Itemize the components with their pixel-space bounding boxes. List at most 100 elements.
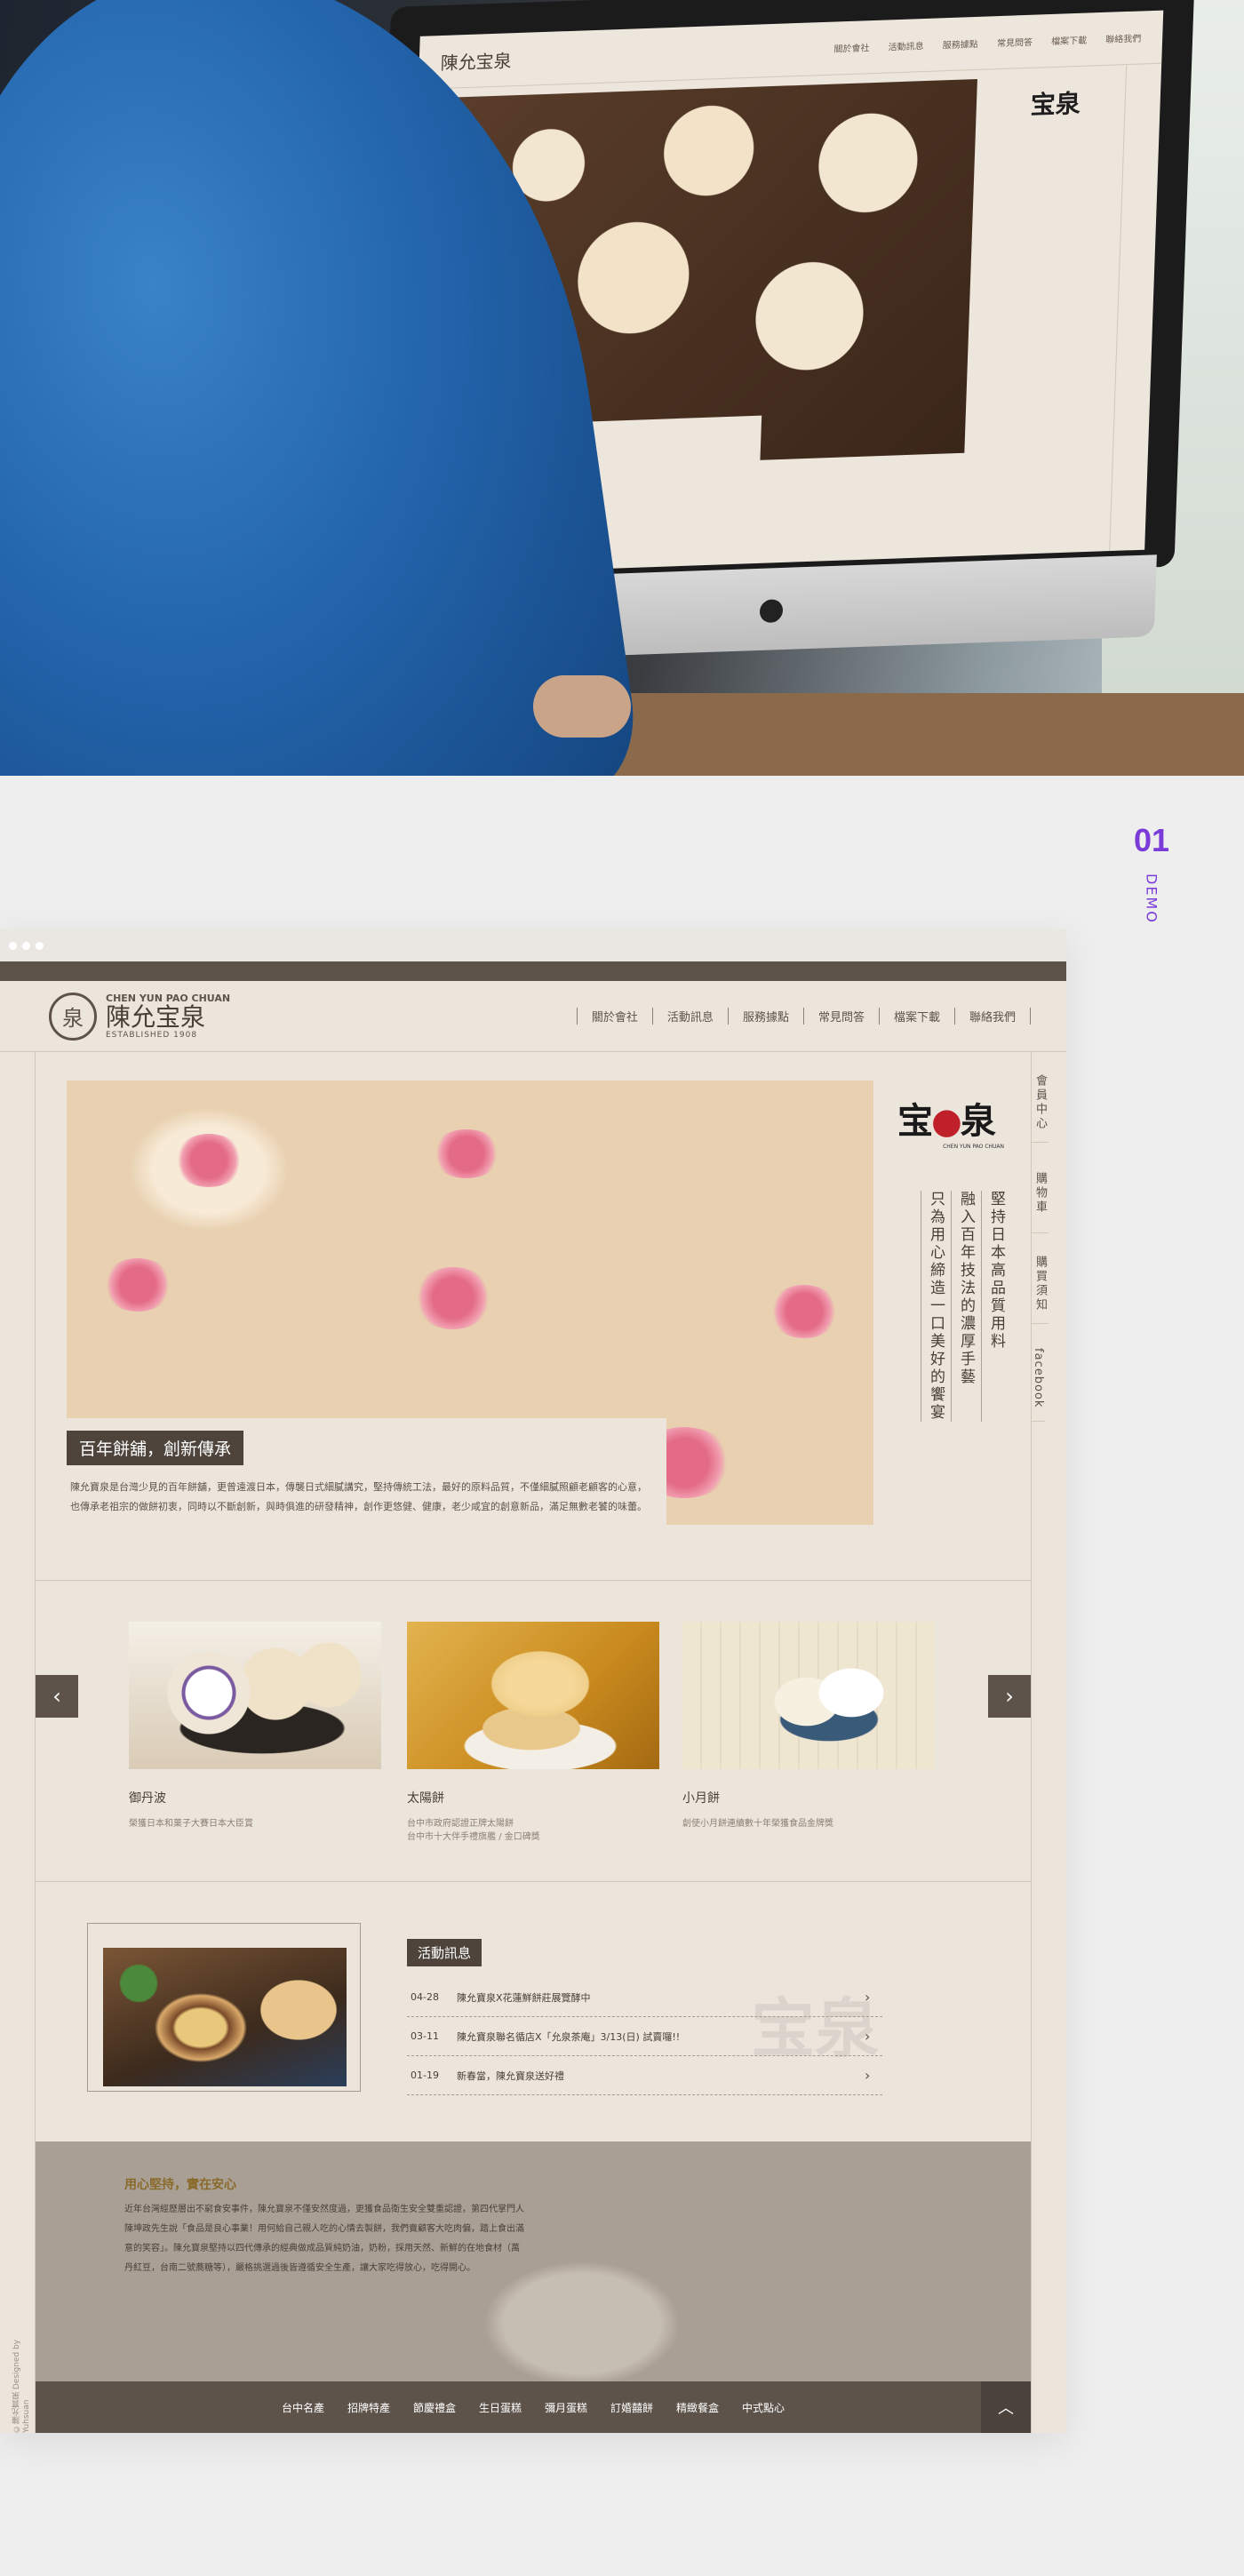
brand-char-red: ● <box>931 1100 962 1142</box>
apple-logo-icon: ● <box>757 590 785 627</box>
news-date: 03-11 <box>411 2030 439 2042</box>
footer-bar: 台中名產 招牌特產 節慶禮盒 生日蛋糕 彌月蛋糕 訂婚囍餅 精緻餐盒 中式點心 … <box>36 2381 1031 2433</box>
chevron-right-icon: › <box>865 2028 871 2045</box>
mini-nav-item: 檔案下載 <box>1050 36 1088 48</box>
craft-text: 近年台灣經歷層出不窮食安事件，陳允寶泉不僅安然度過，更獲食品衛生安全雙重認證，第… <box>124 2205 524 2273</box>
news-image <box>103 1948 347 2086</box>
side-tabs: 會員中心 購物車 購買須知 facebook <box>1031 1052 1066 2433</box>
footer-link[interactable]: 精緻餐盒 <box>676 2400 719 2415</box>
product-card[interactable]: 御丹波 榮獲日本和菓子大賽日本大臣賞 <box>129 1622 381 1830</box>
product-card[interactable]: 小月餅 創使小月餅連續數十年榮獲食品金牌獎 <box>682 1622 935 1830</box>
window-dot-icon[interactable] <box>9 941 17 950</box>
mini-brand-mark: 宝泉 <box>1030 88 1081 120</box>
mini-nav-item: 服務據點 <box>942 39 978 52</box>
hero-photo: 陳允宝泉 關於會社 活動訊息 服務據點 常見問答 檔案下載 聯絡我們 宝泉 百年… <box>0 0 1244 776</box>
nav-about[interactable]: 關於會社 <box>576 1008 652 1025</box>
product-card[interactable]: 太陽餅 台中市政府認證正牌太陽餅 台中市十大伴手禮旗艦 / 金口碑獎 <box>407 1622 659 1844</box>
product-name: 御丹波 <box>129 1791 166 1806</box>
top-strip <box>0 961 1066 981</box>
hero-section: 百年餅舖，創新傳承 陳允寶泉是台灣少見的百年餅舖，更曾遠渡日本，傳襲日式細膩講究… <box>67 1081 873 1551</box>
nav-contact[interactable]: 聯絡我們 <box>953 1008 1031 1025</box>
news-item[interactable]: 03-11 陳允寶泉聯名循店X「允泉茶庵」3/13(日) 試賣囉!! › <box>407 2017 882 2056</box>
carousel-prev-button[interactable]: ‹ <box>36 1675 78 1718</box>
site-logo[interactable]: 泉 CHEN YUN PAO CHUAN 陳允宝泉 ESTABLISHED 19… <box>49 992 230 1041</box>
pastry-stamp <box>173 1134 244 1187</box>
demo-label: 01 DEMO <box>1125 822 1178 928</box>
product-name: 小月餅 <box>682 1791 720 1806</box>
nav-locations[interactable]: 服務據點 <box>727 1008 803 1025</box>
news-item[interactable]: 04-28 陳允寶泉X花蓮鮮餅莊展覽酵中 › <box>407 1978 882 2017</box>
product-carousel: ‹ 御丹波 榮獲日本和菓子大賽日本大臣賞 太陽餅 台中市政府認證正牌太陽餅 台中… <box>36 1580 1031 1882</box>
browser-window: 泉 CHEN YUN PAO CHUAN 陳允宝泉 ESTABLISHED 19… <box>0 929 1066 2433</box>
news-list: 04-28 陳允寶泉X花蓮鮮餅莊展覽酵中 › 03-11 陳允寶泉聯名循店X「允… <box>407 1978 882 2095</box>
product-desc: 榮獲日本和菓子大賽日本大臣賞 <box>129 1819 253 1829</box>
hero-caption: 百年餅舖，創新傳承 陳允寶泉是台灣少見的百年餅舖，更曾遠渡日本，傳襲日式細膩講究… <box>67 1418 666 1551</box>
craft-section: 用心堅持，實在安心 近年台灣經歷層出不窮食安事件，陳允寶泉不僅安然度過，更獲食品… <box>36 2141 1031 2381</box>
window-dot-icon[interactable] <box>36 941 44 950</box>
news-title: 活動訊息 <box>407 1939 482 1966</box>
window-dot-icon[interactable] <box>22 941 30 950</box>
nav-downloads[interactable]: 檔案下載 <box>878 1008 954 1025</box>
hero-brand-column: 宝●泉 CHEN YUN PAO CHUAN 堅持日本高品質用料 融入百年技法的… <box>897 1092 1013 1422</box>
brand-mark: 宝●泉 <box>897 1092 1013 1144</box>
product-image <box>682 1622 935 1769</box>
pastry-stamp <box>413 1267 493 1329</box>
hero-vertical-text: 堅持日本高品質用料 融入百年技法的濃厚手藝 只為用心締造一口美好的饗宴 <box>897 1191 1013 1422</box>
side-tab-purchase-info[interactable]: 購買須知 <box>1032 1233 1049 1324</box>
side-tab-cart[interactable]: 購物車 <box>1032 1143 1049 1233</box>
news-date: 01-19 <box>411 2070 439 2081</box>
news-text: 陳允寶泉X花蓮鮮餅莊展覽酵中 <box>457 1991 591 2004</box>
vertical-line: 只為用心締造一口美好的饗宴 <box>921 1191 947 1422</box>
footer-link[interactable]: 招牌特產 <box>347 2400 390 2415</box>
news-text: 陳允寶泉聯名循店X「允泉茶庵」3/13(日) 試賣囉!! <box>457 2030 681 2043</box>
mini-nav-item: 聯絡我們 <box>1105 34 1142 45</box>
footer-link[interactable]: 訂婚囍餅 <box>610 2400 653 2415</box>
site-header: 泉 CHEN YUN PAO CHUAN 陳允宝泉 ESTABLISHED 19… <box>0 981 1066 1052</box>
browser-titlebar <box>0 929 1066 961</box>
product-image <box>407 1622 659 1769</box>
vertical-line: 融入百年技法的濃厚手藝 <box>951 1191 977 1422</box>
side-tab-facebook[interactable]: facebook <box>1032 1324 1045 1422</box>
demo-number: 01 <box>1133 822 1170 858</box>
logo-chinese: 陳允宝泉 <box>106 1001 206 1032</box>
mini-nav-item: 關於會社 <box>833 44 870 55</box>
footer-link[interactable]: 彌月蛋糕 <box>545 2400 587 2415</box>
footer-link[interactable]: 中式點心 <box>742 2400 785 2415</box>
left-rail <box>0 1052 36 2433</box>
product-name: 太陽餅 <box>407 1791 444 1806</box>
person-hand <box>533 675 631 738</box>
product-image <box>129 1622 381 1769</box>
nav-events[interactable]: 活動訊息 <box>651 1008 728 1025</box>
chevron-right-icon: › <box>865 1989 871 2006</box>
desk <box>533 693 1244 776</box>
news-item[interactable]: 01-19 新春當，陳允寶泉送好禮 › <box>407 2056 882 2095</box>
news-text: 新春當，陳允寶泉送好禮 <box>457 2070 564 2082</box>
product-desc: 創使小月餅連續數十年榮獲食品金牌獎 <box>682 1819 833 1829</box>
vertical-line: 堅持日本高品質用料 <box>981 1191 1008 1422</box>
logo-established: ESTABLISHED 1908 <box>106 1031 198 1041</box>
pastry-stamp <box>769 1285 840 1338</box>
seal-logo-icon: 泉 <box>49 992 97 1041</box>
brand-char: 宝 <box>897 1100 933 1142</box>
brand-sub: CHEN YUN PAO CHUAN <box>943 1144 1004 1150</box>
craft-title: 用心堅持，實在安心 <box>124 2178 236 2192</box>
footer-link[interactable]: 節慶禮盒 <box>413 2400 456 2415</box>
pastry-stamp <box>431 1129 502 1178</box>
footer-link[interactable]: 台中名產 <box>282 2400 324 2415</box>
chevron-right-icon: › <box>865 2067 871 2084</box>
product-desc: 台中市政府認證正牌太陽餅 台中市十大伴手禮旗艦 / 金口碑獎 <box>407 1819 540 1842</box>
hero-title: 百年餅舖，創新傳承 <box>67 1431 244 1465</box>
logo-texts: CHEN YUN PAO CHUAN 陳允宝泉 ESTABLISHED 1908 <box>106 993 230 1041</box>
side-tab-member[interactable]: 會員中心 <box>1032 1052 1049 1143</box>
footer-link[interactable]: 生日蛋糕 <box>479 2400 522 2415</box>
back-to-top-button[interactable]: ︿ <box>981 2381 1031 2433</box>
carousel-next-button[interactable]: › <box>988 1675 1031 1718</box>
mini-logo: 陳允宝泉 <box>440 50 513 75</box>
hero-text: 陳允寶泉是台灣少見的百年餅舖，更曾遠渡日本，傳襲日式細膩講究，堅持傳統工法，最好… <box>70 1481 647 1512</box>
pastry-stamp <box>102 1258 173 1312</box>
mini-nav-item: 常見問答 <box>996 37 1033 50</box>
mini-nav-item: 活動訊息 <box>888 42 924 53</box>
mini-nav: 關於會社 活動訊息 服務據點 常見問答 檔案下載 聯絡我們 <box>817 30 1141 55</box>
mini-side-tabs <box>1109 63 1162 552</box>
nav-faq[interactable]: 常見問答 <box>802 1008 879 1025</box>
